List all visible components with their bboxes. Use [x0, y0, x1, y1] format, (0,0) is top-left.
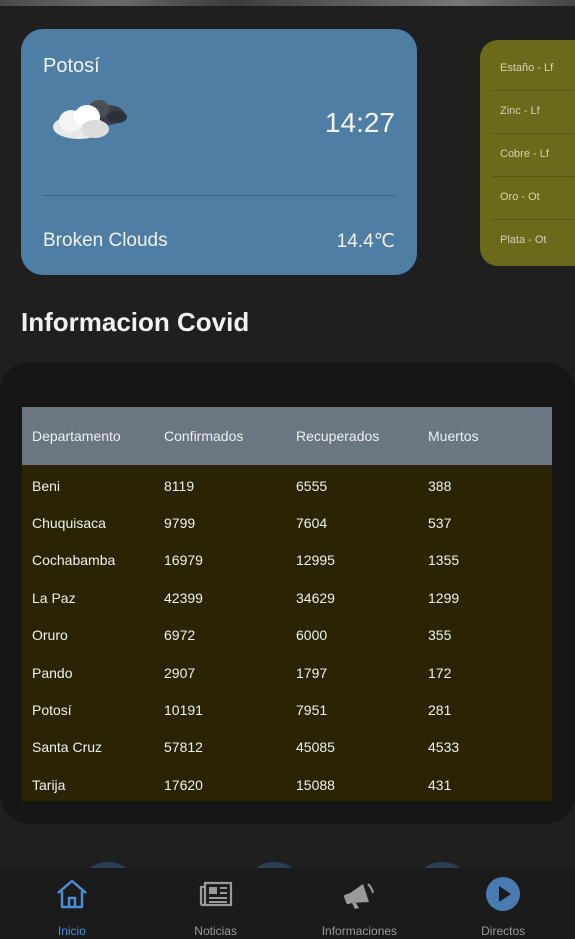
cell-confirmados: 16979 — [164, 552, 203, 569]
cell-departamento: Cochabamba — [32, 552, 116, 569]
nav-item-directos[interactable]: Directos — [431, 868, 575, 939]
cell-recuperados: 1797 — [296, 664, 328, 681]
cell-departamento: Santa Cruz — [32, 739, 103, 756]
column-header-recuperados: Recuperados — [296, 428, 380, 444]
cell-muertos: 1355 — [428, 552, 460, 569]
bottom-nav: Inicio Noticias Informaciones Directos — [0, 868, 575, 939]
mineral-item: Cobre - Lf — [500, 148, 549, 160]
column-header-departamento: Departamento — [32, 428, 121, 444]
cell-confirmados: 9799 — [164, 515, 196, 532]
covid-table: Departamento Confirmados Recuperados Mue… — [22, 407, 552, 801]
cell-departamento: Chuquisaca — [32, 515, 106, 532]
section-title: Informacion Covid — [21, 307, 250, 337]
weather-temperature: 14.4℃ — [336, 231, 395, 252]
cell-muertos: 388 — [428, 477, 452, 494]
column-header-muertos: Muertos — [428, 428, 479, 444]
nav-item-informaciones[interactable]: Informaciones — [288, 868, 432, 939]
cell-confirmados: 6972 — [164, 627, 196, 644]
cell-muertos: 172 — [428, 664, 452, 681]
mineral-divider — [492, 90, 575, 91]
table-header: Departamento Confirmados Recuperados Mue… — [22, 407, 552, 465]
cell-muertos: 431 — [428, 776, 452, 793]
cell-confirmados: 57812 — [164, 739, 203, 756]
mineral-divider — [492, 133, 575, 134]
megaphone-icon — [344, 883, 375, 909]
mineral-item: Oro - Ot — [500, 191, 540, 203]
cell-departamento: Pando — [32, 664, 73, 681]
cell-departamento: Tarija — [32, 776, 66, 793]
table-row: Chuquisaca 9799 7604 537 — [22, 504, 552, 541]
cell-recuperados: 34629 — [296, 589, 335, 606]
newspaper-icon — [199, 881, 232, 907]
table-row: Santa Cruz 57812 45085 4533 — [22, 729, 552, 766]
cell-muertos: 537 — [428, 515, 452, 532]
mineral-item: Estaño - Lf — [500, 62, 554, 74]
nav-label: Informaciones — [321, 924, 398, 938]
cell-departamento: Beni — [32, 477, 61, 494]
table-row: Pando 2907 1797 172 — [22, 654, 552, 691]
mineral-item: Plata - Ot — [500, 234, 547, 246]
play-icon — [486, 877, 521, 911]
cell-confirmados: 42399 — [164, 589, 203, 606]
cell-confirmados: 17620 — [164, 776, 203, 793]
mineral-item: Zinc - Lf — [500, 105, 540, 117]
weather-city: Potosí — [43, 55, 100, 77]
nav-item-inicio[interactable]: Inicio — [0, 868, 144, 939]
cell-muertos: 355 — [428, 627, 452, 644]
column-header-confirmados: Confirmados — [164, 428, 244, 444]
nav-item-noticias[interactable]: Noticias — [144, 868, 288, 939]
table-row: La Paz 42399 34629 1299 — [22, 579, 552, 616]
weather-time: 14:27 — [324, 107, 395, 138]
cell-recuperados: 15088 — [296, 776, 335, 793]
weather-divider — [43, 195, 395, 196]
cell-departamento: Potosí — [32, 702, 72, 719]
nav-label: Directos — [481, 924, 526, 938]
cell-muertos: 281 — [428, 702, 452, 719]
table-row: Potosí 10191 7951 281 — [22, 691, 552, 728]
cell-departamento: La Paz — [32, 589, 76, 606]
cell-departamento: Oruro — [32, 627, 68, 644]
covid-panel: Departamento Confirmados Recuperados Mue… — [0, 362, 575, 824]
cell-recuperados: 7951 — [296, 702, 328, 719]
table-body: Beni 8119 6555 388 Chuquisaca 9799 7604 … — [22, 465, 552, 801]
header-image-strip — [0, 0, 575, 6]
cell-confirmados: 8119 — [164, 477, 195, 494]
weather-card[interactable]: Potosí 14:27 Broken Clouds 14.4℃ — [21, 29, 417, 275]
mineral-divider — [492, 219, 575, 220]
cell-recuperados: 45085 — [296, 739, 335, 756]
mineral-divider — [492, 176, 575, 177]
home-icon — [57, 879, 87, 909]
table-row: Beni 8119 6555 388 — [22, 467, 552, 504]
nav-label: Noticias — [194, 924, 237, 938]
cell-muertos: 1299 — [428, 589, 460, 606]
cell-confirmados: 10191 — [164, 702, 203, 719]
cell-muertos: 4533 — [428, 739, 460, 756]
minerals-card[interactable]: Estaño - Lf Zinc - Lf Cobre - Lf Oro - O… — [480, 40, 575, 266]
cell-recuperados: 6000 — [296, 627, 328, 644]
table-row: Cochabamba 16979 12995 1355 — [22, 542, 552, 579]
broken-clouds-icon — [53, 100, 127, 139]
cell-confirmados: 2907 — [164, 664, 196, 681]
cell-recuperados: 6555 — [296, 477, 328, 494]
cell-recuperados: 12995 — [296, 552, 335, 569]
table-row: Tarija 17620 15088 431 — [22, 766, 552, 803]
nav-label: Inicio — [57, 924, 86, 938]
cell-recuperados: 7604 — [296, 515, 328, 532]
table-row: Oruro 6972 6000 355 — [22, 617, 552, 654]
weather-description: Broken Clouds — [43, 230, 168, 251]
